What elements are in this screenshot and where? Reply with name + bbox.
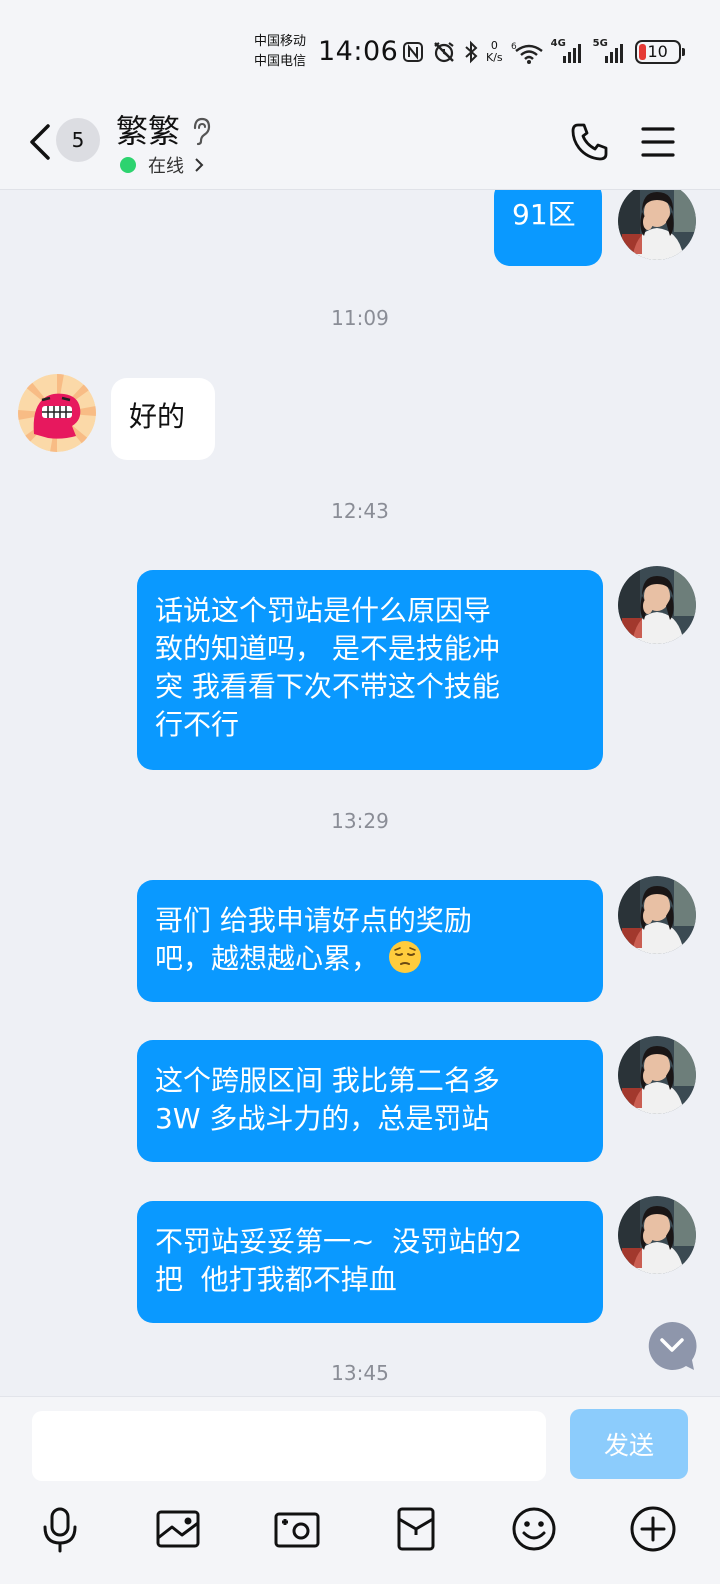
microphone-icon[interactable] — [36, 1505, 84, 1553]
battery-icon: 10 — [634, 40, 685, 64]
user-avatar[interactable] — [618, 1196, 696, 1274]
menu-icon[interactable] — [640, 124, 676, 160]
message-line: 3W 多战斗力的，总是罚站 — [155, 1102, 490, 1135]
received-message-bubble[interactable]: 好的 — [111, 378, 215, 460]
message-line: 吧，越想越心累， — [155, 942, 380, 975]
back-icon[interactable] — [26, 122, 54, 162]
message-text: 好的 — [129, 400, 186, 433]
sent-message-bubble[interactable]: 91区 — [494, 190, 602, 266]
contact-name[interactable]: 繁繁 — [116, 110, 180, 152]
message-line: 这个跨服区间 我比第二名多 — [155, 1064, 500, 1097]
sent-message-bubble[interactable]: 话说这个罚站是什么原因导 致的知道吗， 是不是技能冲 突 我看看下次不带这个技能… — [137, 570, 603, 770]
online-status-label: 在线 — [148, 156, 184, 177]
signal-4g: 4G — [551, 38, 585, 64]
message-list[interactable]: 91区 11:09 好的 12:43 话说这个罚站是什么原因导 致的知道吗， 是… — [0, 190, 720, 1396]
image-icon[interactable] — [154, 1505, 202, 1553]
carrier-2: 中国电信 — [254, 54, 307, 69]
send-button[interactable]: 发送 — [570, 1409, 688, 1479]
message-timestamp: 12:43 — [331, 499, 389, 523]
emoji-icon[interactable] — [510, 1505, 558, 1553]
message-input[interactable] — [32, 1411, 546, 1481]
sent-message-bubble[interactable]: 不罚站妥妥第一~ 没罚站的2 把 他打我都不掉血 — [137, 1201, 603, 1323]
ear-icon[interactable] — [190, 116, 212, 146]
signal-5g: 5G — [593, 38, 627, 64]
chevron-right-icon — [195, 158, 204, 172]
status-icons: 0 K/s 6 4G 5G 10 — [402, 38, 685, 66]
input-area: 发送 — [0, 1396, 720, 1584]
wifi-icon: 6 — [511, 42, 543, 64]
message-line: 不罚站妥妥第一~ 没罚站的2 — [155, 1225, 523, 1258]
user-avatar[interactable] — [618, 566, 696, 644]
carrier-labels: 中国移动 中国电信 — [254, 32, 306, 72]
message-line: 致的知道吗， 是不是技能冲 — [155, 632, 500, 665]
unread-count-badge[interactable]: 5 — [56, 118, 100, 162]
message-line-with-emoji: 吧，越想越心累， — [155, 940, 585, 978]
bluetooth-icon — [465, 40, 478, 64]
message-line: 行不行 — [155, 708, 240, 741]
nfc-icon — [403, 42, 423, 62]
red-packet-icon[interactable] — [392, 1505, 440, 1553]
message-text: 91区 — [512, 198, 576, 231]
signal-icon — [562, 44, 581, 63]
message-timestamp: 13:29 — [331, 809, 389, 833]
call-icon[interactable] — [568, 120, 612, 164]
camera-icon[interactable] — [273, 1505, 321, 1553]
message-line: 把 他打我都不掉血 — [155, 1263, 397, 1296]
message-timestamp: 13:45 — [331, 1361, 389, 1385]
carrier-1: 中国移动 — [254, 34, 307, 49]
message-line: 话说这个罚站是什么原因导 — [155, 594, 492, 627]
online-status[interactable]: 在线 — [120, 152, 204, 178]
user-avatar[interactable] — [618, 876, 696, 954]
message-timestamp: 11:09 — [331, 306, 389, 330]
sent-message-bubble[interactable]: 这个跨服区间 我比第二名多 3W 多战斗力的，总是罚站 — [137, 1040, 603, 1162]
pensive-face-emoji — [388, 941, 421, 973]
contact-avatar[interactable] — [18, 374, 96, 452]
message-line: 哥们 给我申请好点的奖励 — [155, 904, 472, 937]
net-speed: 0 K/s — [486, 40, 503, 64]
sent-message-bubble[interactable]: 哥们 给我申请好点的奖励 吧，越想越心累， — [137, 880, 603, 1002]
user-avatar[interactable] — [618, 190, 696, 260]
alarm-icon — [434, 42, 454, 63]
chat-header: 5 繁繁 在线 — [0, 100, 720, 190]
status-time: 14:06 — [318, 36, 399, 67]
battery-level: 10 — [647, 42, 668, 61]
net-speed-unit: K/s — [486, 51, 503, 64]
signal-icon — [604, 44, 623, 63]
plus-icon[interactable] — [629, 1505, 677, 1553]
online-dot — [120, 157, 136, 173]
status-bar: 中国移动 中国电信 14:06 0 K/s 6 4G 5G 10 — [0, 0, 720, 100]
message-line: 突 我看看下次不带这个技能 — [155, 670, 500, 703]
user-avatar[interactable] — [618, 1036, 696, 1114]
